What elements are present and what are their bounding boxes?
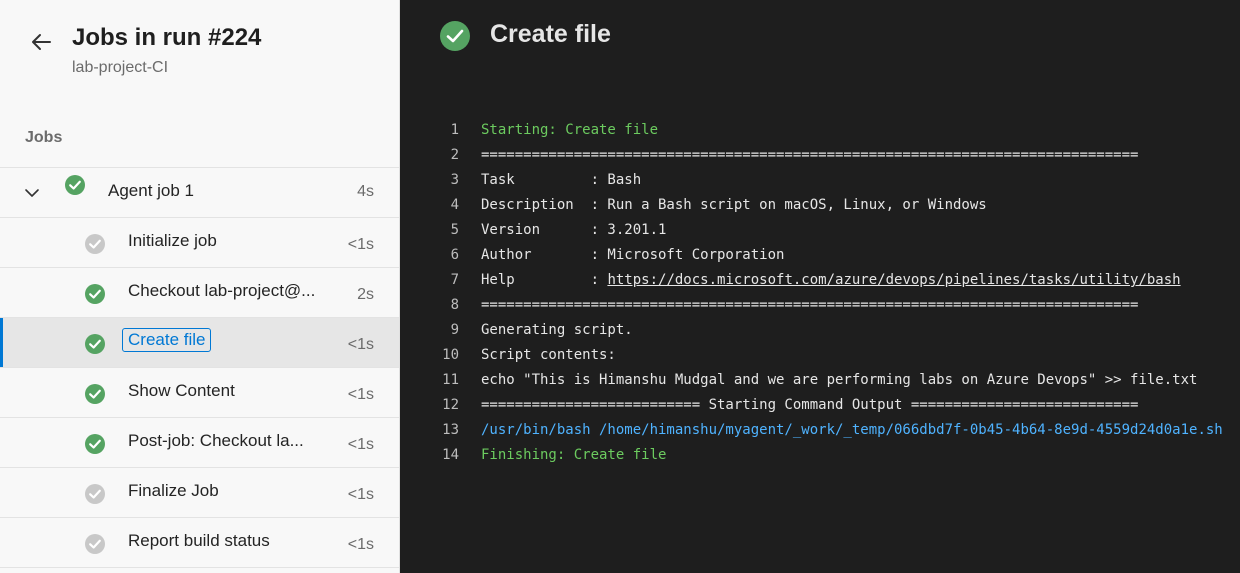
- log-line: 13/usr/bin/bash /home/himanshu/myagent/_…: [435, 418, 1223, 443]
- job-duration: <1s: [347, 536, 374, 553]
- line-number: 2: [450, 147, 459, 163]
- log-text: Task : Bash: [481, 172, 642, 188]
- help-link[interactable]: https://docs.microsoft.com/azure/devops/…: [607, 272, 1180, 288]
- job-list: Agent job 1 4s Initialize job <1s Checkout l…: [0, 167, 399, 568]
- jobs-panel: Jobs in run #224 lab-project-CI Jobs Age…: [0, 0, 400, 573]
- job-duration: <1s: [347, 486, 374, 503]
- line-number: 5: [450, 222, 459, 238]
- line-number: 7: [450, 272, 459, 288]
- log-text: Version : 3.201.1: [481, 222, 667, 238]
- job-label: Finalize Job: [128, 481, 219, 500]
- log-line: 4 Description : Run a Bash script on macO…: [435, 193, 1223, 218]
- log-text: Generating script.: [481, 322, 633, 338]
- pipeline-name: lab-project-CI: [72, 59, 169, 76]
- log-output: 1 Starting: Create file 2 =================…: [435, 118, 1223, 468]
- job-label: Show Content: [128, 381, 235, 400]
- job-label: Post-job: Checkout la...: [128, 431, 304, 450]
- job-step-row[interactable]: Checkout lab-project@... 2s: [0, 268, 399, 318]
- chevron-down-icon[interactable]: [24, 185, 40, 201]
- job-step-row[interactable]: Finalize Job <1s: [0, 468, 399, 518]
- job-duration: <1s: [347, 386, 374, 403]
- log-prefix: Help :: [481, 272, 608, 288]
- line-number: 11: [442, 372, 459, 388]
- job-duration: 2s: [357, 286, 374, 303]
- log-line: 6 Author : Microsoft Corporation: [435, 243, 1223, 268]
- job-duration: <1s: [347, 236, 374, 253]
- log-text: Finishing: Create file: [481, 447, 667, 463]
- success-check-icon: [85, 434, 105, 454]
- job-label: Create file: [122, 328, 212, 352]
- job-label: Initialize job: [128, 231, 217, 250]
- line-number: 10: [442, 347, 459, 363]
- job-label: Agent job 1: [108, 181, 195, 200]
- line-number: 14: [442, 447, 459, 463]
- line-number: 8: [450, 297, 459, 313]
- success-check-icon: [85, 334, 105, 354]
- job-step-row[interactable]: Create file <1s: [0, 318, 399, 368]
- job-label: Checkout lab-project@...: [128, 281, 316, 300]
- line-number: 12: [442, 397, 459, 413]
- line-number: 1: [450, 122, 459, 138]
- job-step-row[interactable]: Report build status <1s: [0, 518, 399, 568]
- log-line: 5 Version : 3.201.1: [435, 218, 1223, 243]
- log-text: Starting: Create file: [481, 122, 659, 138]
- job-row[interactable]: Agent job 1 4s: [0, 168, 399, 218]
- line-number: 3: [450, 172, 459, 188]
- line-number: 4: [450, 197, 459, 213]
- log-line: 10 Script contents:: [435, 343, 1223, 368]
- log-line: 3 Task : Bash: [435, 168, 1223, 193]
- skipped-check-icon: [85, 534, 105, 554]
- success-check-icon: [85, 384, 105, 404]
- app: Jobs in run #224 lab-project-CI Jobs Age…: [0, 0, 1240, 573]
- log-line: 1 Starting: Create file: [435, 118, 1223, 143]
- log-line: 8 =======================================…: [435, 293, 1223, 318]
- log-line: 12 ========================== Starting Co…: [435, 393, 1223, 418]
- log-line: 7 Help : https://docs.microsoft.com/azure…: [435, 268, 1223, 293]
- skipped-check-icon: [85, 484, 105, 504]
- log-text: Script contents:: [481, 347, 616, 363]
- back-arrow-icon[interactable]: [28, 29, 54, 55]
- line-number: 13: [442, 422, 459, 438]
- job-duration: <1s: [347, 336, 374, 353]
- line-number: 9: [450, 322, 459, 338]
- log-line: 2 =======================================…: [435, 143, 1223, 168]
- success-check-icon: [85, 284, 105, 304]
- log-text: Description : Run a Bash script on macOS…: [481, 197, 987, 213]
- job-duration: <1s: [347, 436, 374, 453]
- jobs-section-label: Jobs: [25, 129, 63, 146]
- log-text: echo "This is Himanshu Mudgal and we are…: [481, 372, 1198, 388]
- job-label: Report build status: [128, 531, 270, 550]
- log-title: Create file: [490, 20, 611, 48]
- job-step-row[interactable]: Show Content <1s: [0, 368, 399, 418]
- job-step-row[interactable]: Initialize job <1s: [0, 218, 399, 268]
- page-title: Jobs in run #224: [72, 24, 262, 51]
- log-text: /usr/bin/bash /home/himanshu/myagent/_wo…: [481, 422, 1223, 438]
- log-text: Author : Microsoft Corporation: [481, 247, 785, 263]
- log-panel: Create file 1 Starting: Create file 2 =====…: [400, 0, 1240, 573]
- success-check-icon: [65, 175, 85, 195]
- log-line: 11 echo "This is Himanshu Mudgal and we a…: [435, 368, 1223, 393]
- log-text: ========================================…: [481, 147, 1139, 163]
- log-line: 9 Generating script.: [435, 318, 1223, 343]
- line-number: 6: [450, 247, 459, 263]
- log-text: Help : https://docs.microsoft.com/azure/…: [481, 268, 1181, 293]
- log-text: ========================================…: [481, 297, 1139, 313]
- job-step-row[interactable]: Post-job: Checkout la... <1s: [0, 418, 399, 468]
- success-check-icon: [440, 21, 470, 51]
- job-duration: 4s: [357, 183, 374, 200]
- skipped-check-icon: [85, 234, 105, 254]
- log-line: 14 Finishing: Create file: [435, 443, 1223, 468]
- log-text: ========================== Starting Comm…: [481, 397, 1139, 413]
- panel-header: Jobs in run #224 lab-project-CI: [0, 0, 399, 118]
